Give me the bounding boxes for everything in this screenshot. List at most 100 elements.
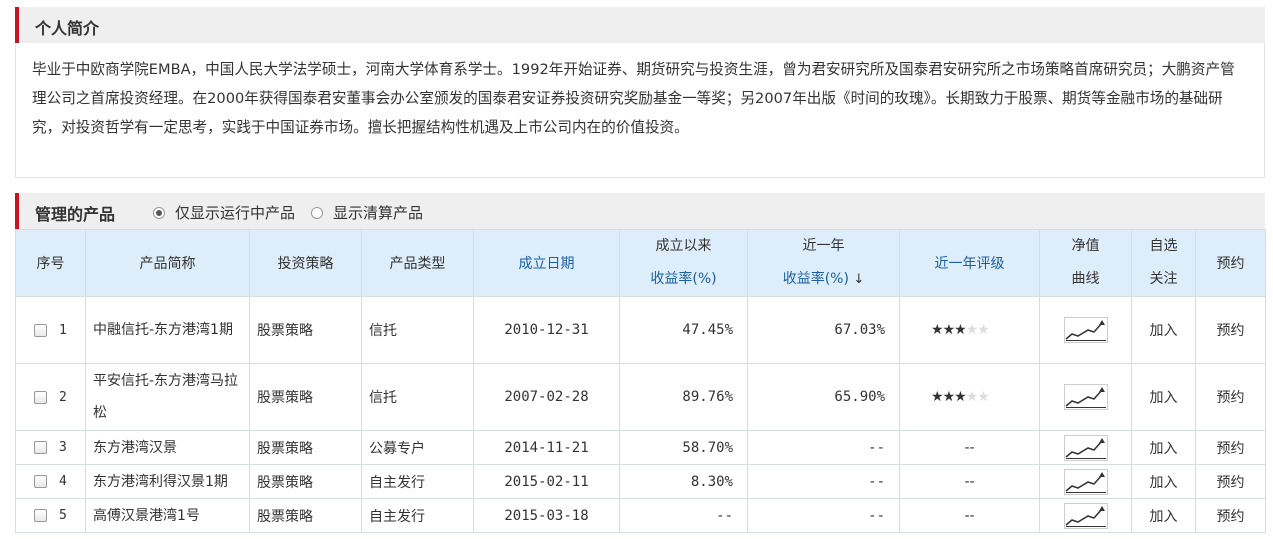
nav-curve-cell (1039, 430, 1132, 465)
product-name-link[interactable]: 东方港湾汉景 (85, 430, 250, 465)
checkbox-icon[interactable] (34, 509, 47, 522)
checkbox-icon[interactable] (34, 323, 47, 337)
star-icon: ★ (977, 389, 990, 405)
strategy-cell: 股票策略 (249, 464, 362, 499)
strategy-cell: 股票策略 (249, 430, 362, 465)
reserve-button[interactable]: 预约 (1195, 363, 1266, 431)
col-strategy: 投资策略 (249, 229, 362, 297)
row-index: 5 (59, 508, 67, 523)
line-chart-icon[interactable] (1063, 384, 1108, 410)
filter-running-radio[interactable] (153, 206, 165, 219)
row-index-cell: 4 (15, 464, 86, 499)
product-name-link[interactable]: 中融信托-东方港湾1期 (85, 296, 250, 364)
row-index-cell: 1 (15, 296, 86, 364)
star-icon: ★ (977, 322, 990, 338)
filter-running-label[interactable]: 仅显示运行中产品 (175, 202, 295, 223)
rating-empty: -- (899, 464, 1040, 499)
table-row: 1 中融信托-东方港湾1期 股票策略 信托 2010-12-31 47.45% 67.03%… (15, 296, 1266, 364)
col-since-inception[interactable]: 成立以来 收益率(%) (619, 229, 748, 297)
col-nav-l1: 净值 (1071, 238, 1100, 254)
table-header-row: 序号 产品简称 投资策略 产品类型 成立日期 成立以来 收益率(%) 近一年 收… (15, 229, 1266, 297)
row-index: 4 (59, 474, 67, 489)
product-filter: 仅显示运行中产品 显示清算产品 (153, 202, 439, 223)
add-watch-button[interactable]: 加入 (1131, 363, 1196, 431)
reserve-button[interactable]: 预约 (1195, 464, 1266, 499)
table-row: 4 东方港湾利得汉景1期 股票策略 自主发行 2015-02-11 8.30% -- -- 加入… (15, 464, 1266, 499)
rating-empty: -- (899, 430, 1040, 465)
line-chart-icon[interactable] (1063, 434, 1108, 461)
add-watch-button[interactable]: 加入 (1131, 296, 1196, 364)
add-watch-button[interactable]: 加入 (1131, 464, 1196, 499)
reserve-button[interactable]: 预约 (1195, 296, 1266, 364)
col-watch-l2: 关注 (1149, 271, 1178, 287)
products-title: 管理的产品 (35, 205, 116, 224)
rating-empty: -- (899, 498, 1040, 533)
col-one-year-l2-wrap: 收益率(%) ↓ (748, 263, 899, 296)
intro-body: 毕业于中欧商学院EMBA，中国人民大学法学硕士，河南大学体育系学士。1992年开… (15, 43, 1265, 178)
col-reserve: 预约 (1195, 229, 1266, 297)
line-chart-icon[interactable] (1063, 468, 1108, 495)
star-icon: ★ (942, 322, 956, 338)
line-chart-icon[interactable] (1063, 502, 1108, 529)
intro-section-header: 个人简介 (15, 7, 1265, 43)
checkbox-icon[interactable] (34, 441, 47, 454)
intro-text: 毕业于中欧商学院EMBA，中国人民大学法学硕士，河南大学体育系学士。1992年开… (32, 61, 1235, 136)
line-chart-icon[interactable] (1063, 317, 1108, 343)
row-index-cell: 2 (15, 363, 86, 431)
strategy-cell: 股票策略 (249, 498, 362, 533)
col-nav-curve: 净值 曲线 (1039, 229, 1132, 297)
star-icon: ★ (954, 322, 967, 338)
table-row: 3 东方港湾汉景 股票策略 公募专户 2014-11-21 58.70% -- -- 加入 预约 (15, 430, 1266, 465)
add-watch-button[interactable]: 加入 (1131, 430, 1196, 465)
date-cell: 2015-02-11 (473, 464, 620, 499)
checkbox-icon[interactable] (34, 390, 47, 404)
type-cell: 自主发行 (361, 464, 474, 499)
date-cell: 2010-12-31 (473, 296, 620, 364)
date-cell: 2007-02-28 (473, 363, 620, 431)
star-icon: ★ (942, 389, 956, 405)
nav-curve-cell (1039, 498, 1132, 533)
checkbox-icon[interactable] (34, 475, 47, 488)
col-type: 产品类型 (361, 229, 474, 297)
sort-desc-icon[interactable]: ↓ (853, 272, 864, 287)
strategy-cell: 股票策略 (249, 296, 362, 364)
year-return-cell: -- (747, 464, 900, 499)
product-name-link[interactable]: 高傅汉景港湾1号 (85, 498, 250, 533)
nav-curve-cell (1039, 464, 1132, 499)
since-return-cell: 89.76% (619, 363, 748, 431)
since-return-cell: -- (619, 498, 748, 533)
col-watch: 自选 关注 (1131, 229, 1196, 297)
rating-stars: ★★★★★ (899, 296, 1040, 364)
type-cell: 公募专户 (361, 430, 474, 465)
table-row: 2 平安信托-东方港湾马拉松 股票策略 信托 2007-02-28 89.76% 65.90… (15, 363, 1266, 431)
year-return-cell: 65.90% (747, 363, 900, 431)
intro-title: 个人简介 (35, 19, 100, 38)
filter-liquidated-label[interactable]: 显示清算产品 (333, 202, 423, 223)
type-cell: 信托 (361, 296, 474, 364)
year-return-cell: -- (747, 430, 900, 465)
star-icon: ★ (931, 389, 944, 405)
row-index-cell: 3 (15, 430, 86, 465)
date-cell: 2014-11-21 (473, 430, 620, 465)
col-watch-l1: 自选 (1149, 238, 1178, 254)
row-index: 3 (59, 440, 67, 455)
col-one-year-l2: 收益率(%) (782, 271, 849, 287)
col-one-year[interactable]: 近一年 收益率(%) ↓ (747, 229, 900, 297)
products-section-header: 管理的产品 仅显示运行中产品 显示清算产品 (15, 193, 1265, 229)
row-index: 1 (59, 322, 67, 338)
col-inception-date[interactable]: 成立日期 (473, 229, 620, 297)
col-nav-l2: 曲线 (1071, 271, 1100, 287)
product-name-link[interactable]: 东方港湾利得汉景1期 (85, 464, 250, 499)
col-one-year-rating[interactable]: 近一年评级 (899, 229, 1040, 297)
col-since-inception-l1: 成立以来 (655, 238, 712, 254)
add-watch-button[interactable]: 加入 (1131, 498, 1196, 533)
table-row: 5 高傅汉景港湾1号 股票策略 自主发行 2015-03-18 -- -- -- 加入 预约 (15, 498, 1266, 533)
type-cell: 信托 (361, 363, 474, 431)
reserve-button[interactable]: 预约 (1195, 498, 1266, 533)
filter-liquidated-radio[interactable] (311, 206, 324, 219)
reserve-button[interactable]: 预约 (1195, 430, 1266, 465)
col-since-inception-l2: 收益率(%) (650, 271, 717, 287)
product-name-link[interactable]: 平安信托-东方港湾马拉松 (85, 363, 250, 431)
year-return-cell: -- (747, 498, 900, 533)
date-cell: 2015-03-18 (473, 498, 620, 533)
